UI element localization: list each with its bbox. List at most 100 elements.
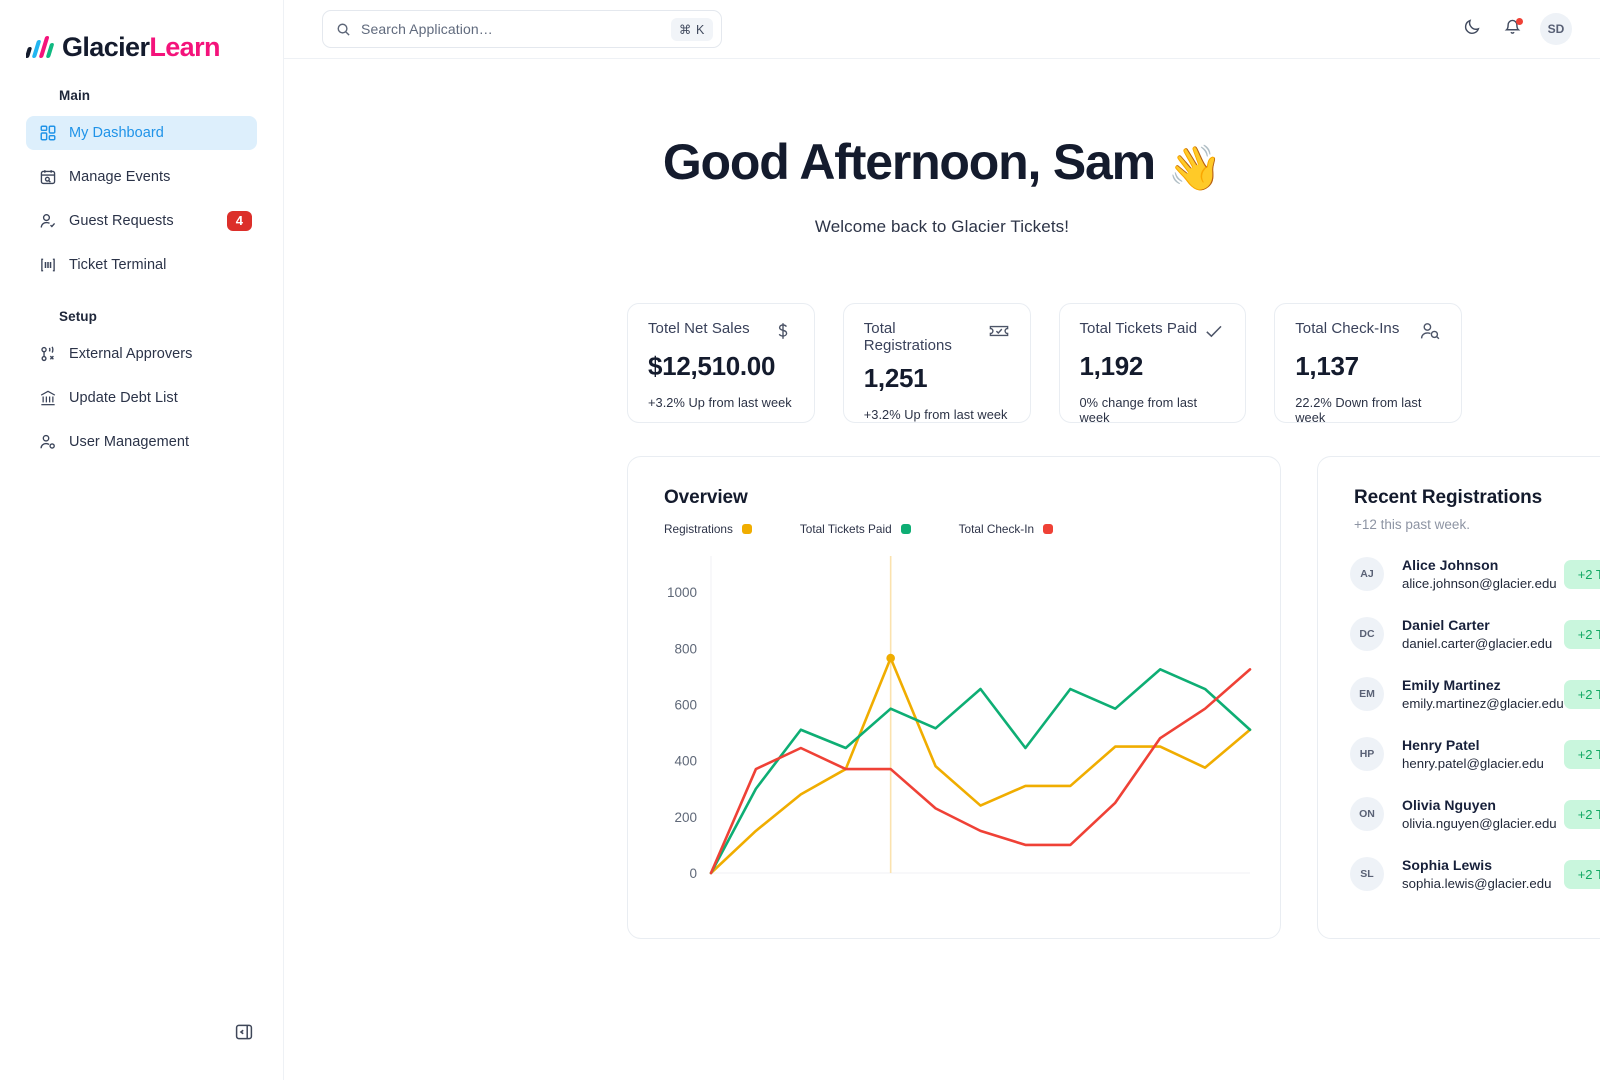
sidebar-item-label: Guest Requests [69,213,174,229]
registration-email: sophia.lewis@glacier.edu [1402,876,1552,891]
search-shortcut-badge: ⌘ K [670,17,713,41]
y-axis-tick-label: 600 [674,697,697,712]
registration-info: Henry Patel henry.patel@glacier.edu [1402,737,1564,771]
stat-cards-row: Totel Net Sales $12,510.00 +3.2% Up from… [627,303,1462,425]
sidebar-item-external-approvers[interactable]: External Approvers [26,337,257,371]
avatar: HP [1350,737,1384,771]
legend-label: Total Tickets Paid [799,522,892,536]
sidebar-collapse-button[interactable] [232,1022,256,1046]
sidebar-item-ticket-terminal[interactable]: Ticket Terminal [26,248,257,282]
ticket-check-icon [988,320,1010,342]
overview-title: Overview [664,487,748,508]
sidebar-item-guest-requests[interactable]: Guest Requests 4 [26,204,257,238]
registration-row[interactable]: ON Olivia Nguyen olivia.nguyen@glacier.edu… [1350,784,1600,844]
legend-label: Total Check-In [958,522,1035,536]
stat-delta: +3.2% Up from last week [863,407,1008,422]
registration-info: Alice Johnson alice.johnson@glacier.edu [1402,557,1564,591]
sidebar-item-my-dashboard[interactable]: My Dashboard [26,116,257,150]
registration-row[interactable]: HP Henry Patel henry.patel@glacier.edu +2 T… [1350,724,1600,784]
stat-value: 1,251 [863,363,928,393]
registration-email: daniel.carter@glacier.edu [1402,636,1553,651]
topbar-actions: SD [1460,13,1572,45]
main-area: Search Application… ⌘ K SD Good Afternoo… [284,0,1600,1080]
stat-delta: 22.2% Down from last week [1295,395,1422,425]
avatar[interactable]: SD [1540,13,1572,45]
greeting-block: Good Afternoon, Sam 👋 Welcome back to Gl… [284,59,1600,237]
registration-name: Daniel Carter [1402,617,1490,633]
top-bar: Search Application… ⌘ K SD [284,0,1600,59]
registration-email: henry.patel@glacier.edu [1402,756,1544,771]
registration-info: Emily Martinez emily.martinez@glacier.edu [1402,677,1564,711]
greeting-subtitle: Welcome back to Glacier Tickets! [814,217,1070,236]
stat-card-header: Totel Net Sales [648,320,794,342]
sidebar-item-manage-events[interactable]: Manage Events [26,160,257,194]
sidebar-item-label: Manage Events [69,169,171,185]
sidebar-item-update-debt-list[interactable]: Update Debt List [26,381,257,415]
sidebar-section-setup-label: Setup [59,309,98,324]
avatar: EM [1350,677,1384,711]
sidebar-item-label: My Dashboard [69,125,164,141]
stat-card-net-sales[interactable]: Totel Net Sales $12,510.00 +3.2% Up from… [627,303,815,423]
guest-requests-badge: 4 [226,210,252,232]
theme-toggle-button[interactable] [1460,17,1484,41]
tickets-badge: +2 Tickets [1563,739,1600,769]
tickets-badge: +2 Tickets [1563,559,1600,589]
y-axis-tick-label: 200 [674,810,697,825]
stat-card-total-tickets-paid[interactable]: Total Tickets Paid 1,192 0% change from … [1058,303,1247,425]
legend-item-total-tickets-paid[interactable]: Total Tickets Paid [800,522,911,536]
y-axis-tick-label: 0 [689,866,697,881]
brand-logo[interactable]: GlacierLearn [0,0,283,66]
stat-title: Total Registrations [863,320,952,354]
legend-swatch [741,524,752,534]
registration-name: Sophia Lewis [1402,857,1493,873]
search-input[interactable]: Search Application… ⌘ K [322,10,722,48]
stat-value: 1,192 [1079,351,1144,381]
check-icon [1203,320,1225,342]
registration-row[interactable]: EM Emily Martinez emily.martinez@glacier.e… [1350,664,1600,724]
registration-row[interactable]: DC Daniel Carter daniel.carter@glacier.edu… [1350,604,1600,664]
barcode-icon [38,256,57,275]
stat-delta: 0% change from last week [1079,395,1198,425]
network-nodes-icon [38,345,57,364]
chart-legend: Registrations Total Tickets Paid Total C… [628,509,1280,536]
recent-registrations-title: Recent Registrations [1354,487,1543,508]
line-chart-svg: 0 200 400 600 800 1000 [667,556,1252,881]
stat-card-total-registrations[interactable]: Total Registrations 1,251 +3.2% Up from … [842,303,1031,423]
registration-row[interactable]: AJ Alice Johnson alice.johnson@glacier.edu… [1350,544,1600,604]
registration-email: alice.johnson@glacier.edu [1402,576,1557,591]
stat-card-header: Total Registrations [864,320,1010,354]
sidebar-item-label: Ticket Terminal [69,257,167,273]
registration-name: Olivia Nguyen [1402,797,1497,813]
y-axis-tick-label: 800 [674,641,697,656]
registration-email: emily.martinez@glacier.edu [1402,696,1564,711]
notifications-button[interactable] [1500,17,1524,41]
recent-registrations-list: AJ Alice Johnson alice.johnson@glacier.edu… [1318,532,1600,904]
avatar: ON [1350,797,1384,831]
glacier-bars-icon [25,34,60,60]
sidebar: GlacierLearn Main My Dashboard Manage Ev… [0,0,284,1080]
sidebar-item-user-management[interactable]: User Management [26,425,257,459]
sidebar-item-label: Update Debt List [69,390,178,406]
y-axis-tick-label: 1000 [667,585,697,600]
registration-row[interactable]: SL Sophia Lewis sophia.lewis@glacier.edu +2… [1350,844,1600,904]
bank-icon [38,389,57,408]
stat-title: Total Tickets Paid [1079,320,1198,337]
stat-card-header: Total Check-Ins [1295,320,1441,342]
legend-item-total-check-in[interactable]: Total Check-In [958,522,1054,536]
legend-item-registrations[interactable]: Registrations [664,522,752,536]
panel-collapse-icon [234,1022,254,1047]
registration-info: Daniel Carter daniel.carter@glacier.edu [1402,617,1564,651]
overview-chart[interactable]: 0 200 400 600 800 1000 [628,536,1280,921]
legend-label: Registrations [664,522,733,536]
registration-info: Olivia Nguyen olivia.nguyen@glacier.edu [1402,797,1564,831]
stat-card-total-check-ins[interactable]: Total Check-Ins 1,137 22.2% Down from la… [1274,303,1462,425]
sidebar-section-main-label: Main [59,88,91,103]
moon-icon [1463,17,1482,41]
registration-name: Alice Johnson [1402,557,1499,573]
user-search-icon [1419,320,1441,342]
chart-highlight-point[interactable] [886,653,895,663]
calendar-search-icon [38,168,57,187]
tickets-badge: +2 Tickets [1563,859,1600,889]
waving-hand-icon: 👋 [1167,144,1223,193]
